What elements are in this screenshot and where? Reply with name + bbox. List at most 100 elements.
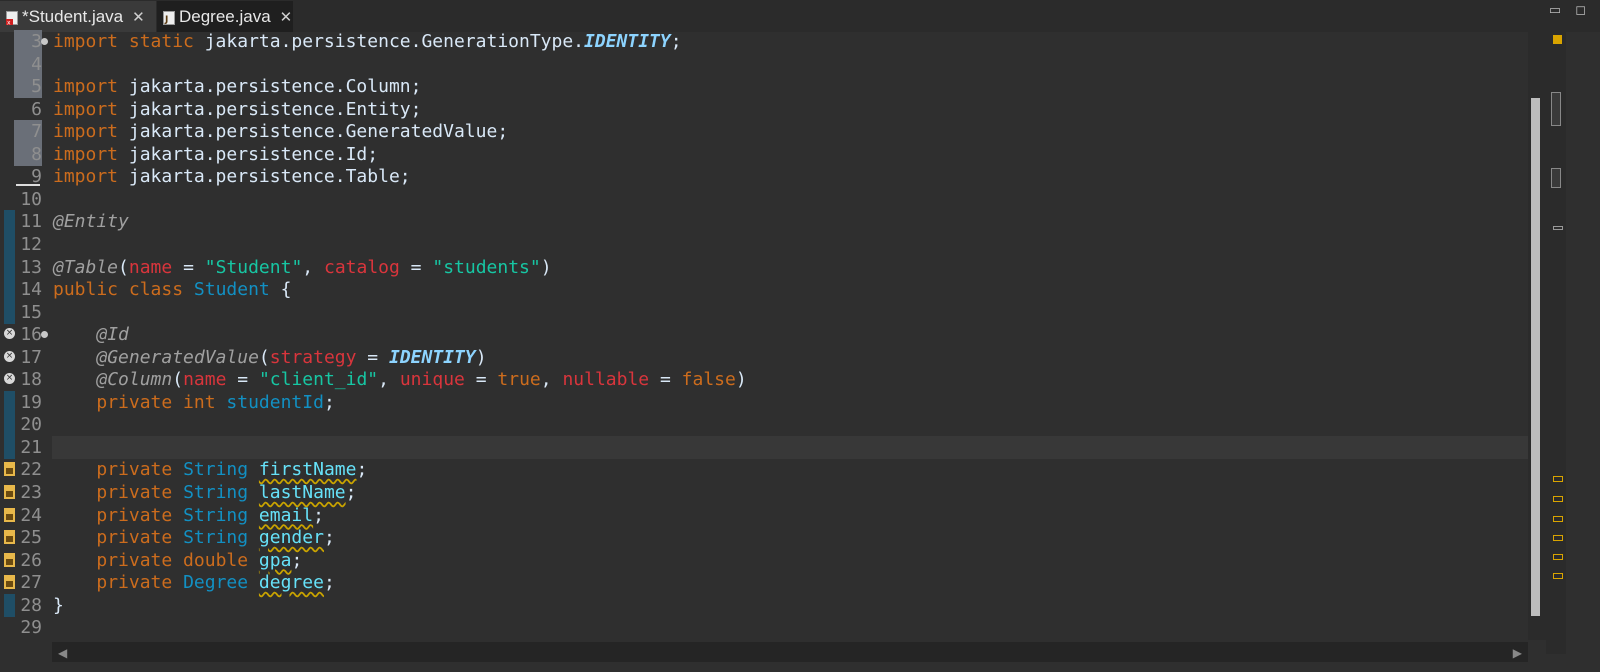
code-line[interactable]: × 16 @Id — [0, 323, 1556, 346]
code-line[interactable]: 21 — [0, 435, 1556, 459]
fold-dot-icon[interactable] — [41, 38, 48, 45]
line-number: 17 — [20, 346, 42, 368]
maximize-icon[interactable]: ◻ — [1575, 2, 1586, 18]
code-text[interactable]: @Entity — [53, 210, 129, 233]
overview-summary-marker[interactable] — [1553, 35, 1562, 44]
code-line[interactable]: 23 private String lastName; — [0, 481, 1556, 504]
code-editor[interactable]: 3 import static jakarta.persistence.Gener… — [0, 30, 1600, 672]
code-line[interactable]: 6 import jakarta.persistence.Entity; — [0, 98, 1556, 121]
code-text[interactable]: private String firstName; — [53, 458, 367, 481]
code-token-typ: studentId — [226, 391, 324, 413]
scroll-left-icon[interactable]: ◀ — [58, 646, 67, 660]
code-line[interactable]: × 17 @GeneratedValue(strategy = IDENTITY) — [0, 346, 1556, 369]
code-line[interactable]: 11 @Entity — [0, 210, 1556, 234]
code-token-attr: name — [128, 256, 173, 278]
code-text[interactable]: private double gpa; — [53, 549, 302, 572]
code-text[interactable]: import jakarta.persistence.Table; — [53, 165, 411, 188]
code-token-plain: = — [356, 346, 389, 368]
code-line[interactable]: 7 import jakarta.persistence.GeneratedVal… — [0, 120, 1556, 144]
code-line[interactable]: 24 private String email; — [0, 504, 1556, 527]
code-line[interactable]: 22 private String firstName; — [0, 458, 1556, 481]
code-text[interactable]: private int studentId; — [53, 391, 334, 414]
code-token-plain: ( — [172, 369, 184, 391]
overview-warning-marker[interactable] — [1553, 573, 1563, 579]
overview-warning-marker[interactable] — [1553, 535, 1563, 541]
code-token-plain: ( — [258, 346, 270, 368]
code-line[interactable]: 5 import jakarta.persistence.Column; — [0, 75, 1556, 99]
code-line[interactable]: 8 import jakarta.persistence.Id; — [0, 142, 1556, 166]
code-token-ann: @Column — [96, 369, 173, 391]
code-line[interactable]: 26 private double gpa; — [0, 549, 1556, 572]
vertical-scroll-thumb[interactable] — [1531, 98, 1540, 616]
code-text[interactable]: @GeneratedValue(strategy = IDENTITY) — [53, 346, 486, 369]
line-number: 11 — [20, 211, 42, 233]
overview-warning-marker[interactable] — [1553, 496, 1563, 502]
code-text[interactable]: public class Student { — [53, 278, 291, 301]
code-text[interactable]: import static jakarta.persistence.Genera… — [53, 30, 682, 53]
code-line[interactable]: 4 — [0, 52, 1556, 76]
code-token-plain: jakarta.persistence.Table; — [128, 166, 411, 188]
code-text[interactable]: @Table(name = "Student", catalog = "stud… — [53, 256, 552, 279]
code-text[interactable]: private String email; — [53, 504, 324, 527]
line-number: 10 — [20, 188, 42, 210]
code-line[interactable]: 25 private String gender; — [0, 526, 1556, 549]
code-line[interactable]: 27 private Degree degree; — [0, 571, 1556, 594]
code-text[interactable]: import jakarta.persistence.GeneratedValu… — [53, 120, 508, 143]
code-line[interactable]: 20 — [0, 413, 1556, 437]
fold-dot-icon[interactable] — [41, 331, 48, 339]
code-line[interactable]: 15 — [0, 300, 1556, 324]
code-token-plain: = — [464, 369, 498, 391]
overview-viewport-box[interactable] — [1551, 168, 1561, 188]
code-line[interactable]: 14 public class Student { — [0, 278, 1556, 302]
close-tab-icon[interactable]: ✕ — [280, 8, 293, 26]
code-text[interactable]: private String gender; — [53, 526, 334, 549]
code-line[interactable]: 10 — [0, 188, 1556, 211]
code-text[interactable]: @Column(name = "client_id", unique = tru… — [53, 368, 746, 391]
code-line[interactable]: × 18 @Column(name = "client_id", unique =… — [0, 368, 1556, 391]
tab-label: *Student.java — [22, 6, 124, 26]
code-text[interactable]: } — [53, 594, 64, 617]
code-line[interactable]: 9 import jakarta.persistence.Table; — [0, 165, 1556, 188]
code-text[interactable]: private String lastName; — [53, 481, 356, 504]
code-token-bool: true — [497, 369, 541, 391]
code-token-plain: ; — [313, 504, 324, 526]
code-token-field: email — [258, 504, 314, 526]
overview-warning-marker[interactable] — [1553, 516, 1563, 522]
code-token-plain: , — [378, 369, 400, 391]
tab-student-java[interactable]: x *Student.java ✕ — [0, 1, 156, 32]
scroll-right-icon[interactable]: ▶ — [1513, 646, 1522, 660]
code-token-kw: private — [96, 527, 184, 549]
code-token-plain: jakarta.persistence.GeneratedValue; — [128, 121, 509, 143]
overview-warning-marker[interactable] — [1553, 554, 1563, 560]
code-text[interactable]: import jakarta.persistence.Column; — [53, 75, 421, 98]
code-line[interactable]: 29 — [0, 616, 1556, 639]
line-number: 8 — [31, 143, 42, 165]
code-token-ann: @GeneratedValue — [96, 346, 259, 368]
java-file-icon: J — [163, 10, 175, 25]
code-token-plain: = — [649, 369, 682, 391]
code-text[interactable]: private Degree degree; — [53, 571, 335, 594]
overview-marker[interactable] — [1553, 226, 1563, 230]
code-token-attr: strategy — [269, 346, 357, 368]
tab-degree-java[interactable]: J Degree.java ✕ — [157, 1, 293, 32]
code-text[interactable]: @Id — [53, 323, 129, 346]
horizontal-scrollbar[interactable]: ◀ ▶ — [52, 642, 1528, 662]
code-token-typ: Student — [193, 279, 270, 301]
code-token-plain: ; — [323, 572, 335, 594]
code-line[interactable]: 19 private int studentId; — [0, 390, 1556, 414]
code-line[interactable]: 28} — [0, 593, 1556, 617]
code-text[interactable]: import jakarta.persistence.Id; — [53, 143, 378, 166]
code-line[interactable]: 12 — [0, 232, 1556, 256]
code-token-attr: nullable — [562, 369, 650, 391]
close-tab-icon[interactable]: ✕ — [132, 8, 145, 26]
overview-viewport-box[interactable] — [1551, 92, 1561, 126]
code-line[interactable]: 13 @Table(name = "Student", catalog = "st… — [0, 255, 1556, 279]
code-text[interactable]: import jakarta.persistence.Entity; — [53, 98, 421, 121]
overview-warning-marker[interactable] — [1553, 476, 1563, 482]
code-line[interactable]: 3 import static jakarta.persistence.Gener… — [0, 30, 1556, 53]
minimize-icon[interactable]: ▭ — [1549, 2, 1561, 18]
